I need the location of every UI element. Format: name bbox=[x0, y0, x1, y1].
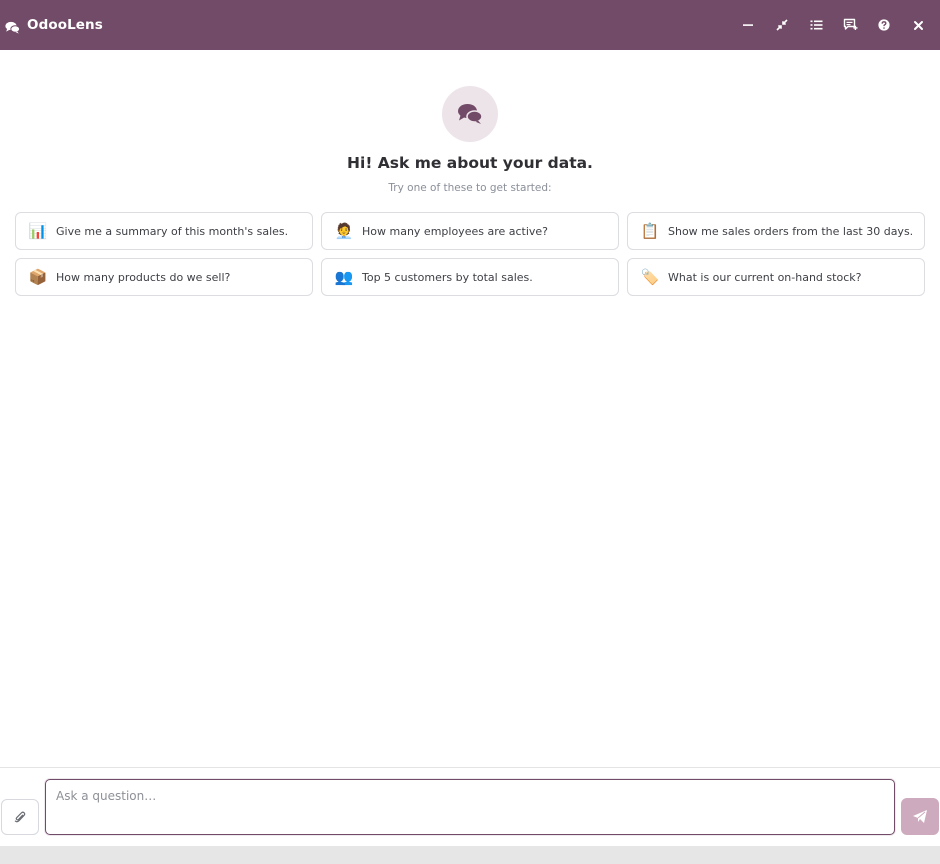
welcome-title: Hi! Ask me about your data. bbox=[347, 154, 593, 172]
close-button[interactable] bbox=[901, 8, 935, 42]
bar-chart-icon: 📊 bbox=[28, 221, 48, 240]
package-icon: 📦 bbox=[28, 267, 48, 286]
comment-plus-icon bbox=[843, 18, 857, 30]
suggestion-active-employees[interactable]: 🧑‍💼 How many employees are active? bbox=[321, 212, 619, 250]
window-bottom-edge bbox=[0, 846, 940, 864]
minimize-button[interactable] bbox=[731, 8, 765, 42]
office-worker-icon: 🧑‍💼 bbox=[334, 221, 354, 240]
paper-plane-icon bbox=[913, 810, 927, 823]
question-circle-icon bbox=[878, 19, 890, 31]
label-tag-icon: 🏷️ bbox=[640, 267, 660, 286]
chat-header: OdooLens bbox=[0, 0, 940, 50]
odoolens-chat-window: OdooLens Hi! Ask me about your data. Try… bbox=[0, 0, 940, 864]
history-button[interactable] bbox=[799, 8, 833, 42]
question-input[interactable] bbox=[45, 779, 895, 835]
suggestion-recent-sales-orders[interactable]: 📋 Show me sales orders from the last 30 … bbox=[627, 212, 925, 250]
app-title: OdooLens bbox=[27, 17, 103, 33]
suggestion-grid: 📊 Give me a summary of this month's sale… bbox=[15, 212, 925, 296]
composer bbox=[0, 767, 940, 846]
welcome-subtitle: Try one of these to get started: bbox=[388, 182, 552, 194]
paperclip-icon bbox=[14, 811, 26, 823]
restore-button[interactable] bbox=[765, 8, 799, 42]
people-icon: 👥 bbox=[334, 267, 354, 286]
chat-body: Hi! Ask me about your data. Try one of t… bbox=[0, 50, 940, 767]
header-actions bbox=[731, 0, 935, 50]
brand: OdooLens bbox=[5, 17, 103, 34]
suggestion-top-customers[interactable]: 👥 Top 5 customers by total sales. bbox=[321, 258, 619, 296]
suggestion-label: What is our current on-hand stock? bbox=[668, 270, 862, 284]
send-button[interactable] bbox=[901, 798, 939, 835]
list-icon bbox=[810, 20, 822, 30]
comments-icon bbox=[5, 19, 21, 34]
suggestion-label: How many employees are active? bbox=[362, 224, 549, 238]
clipboard-icon: 📋 bbox=[640, 221, 660, 240]
comments-icon bbox=[458, 104, 483, 124]
suggestion-label: Show me sales orders from the last 30 da… bbox=[668, 224, 914, 238]
suggestion-on-hand-stock[interactable]: 🏷️ What is our current on-hand stock? bbox=[627, 258, 925, 296]
compress-icon bbox=[776, 19, 788, 31]
suggestion-product-count[interactable]: 📦 How many products do we sell? bbox=[15, 258, 313, 296]
suggestion-label: Top 5 customers by total sales. bbox=[362, 270, 533, 284]
close-icon bbox=[913, 20, 923, 30]
minimize-icon bbox=[743, 24, 753, 26]
help-button[interactable] bbox=[867, 8, 901, 42]
hero-avatar bbox=[442, 86, 498, 142]
new-chat-button[interactable] bbox=[833, 8, 867, 42]
attach-button[interactable] bbox=[1, 799, 39, 835]
suggestion-label: Give me a summary of this month's sales. bbox=[56, 224, 289, 238]
suggestion-label: How many products do we sell? bbox=[56, 270, 231, 284]
suggestion-monthly-sales-summary[interactable]: 📊 Give me a summary of this month's sale… bbox=[15, 212, 313, 250]
